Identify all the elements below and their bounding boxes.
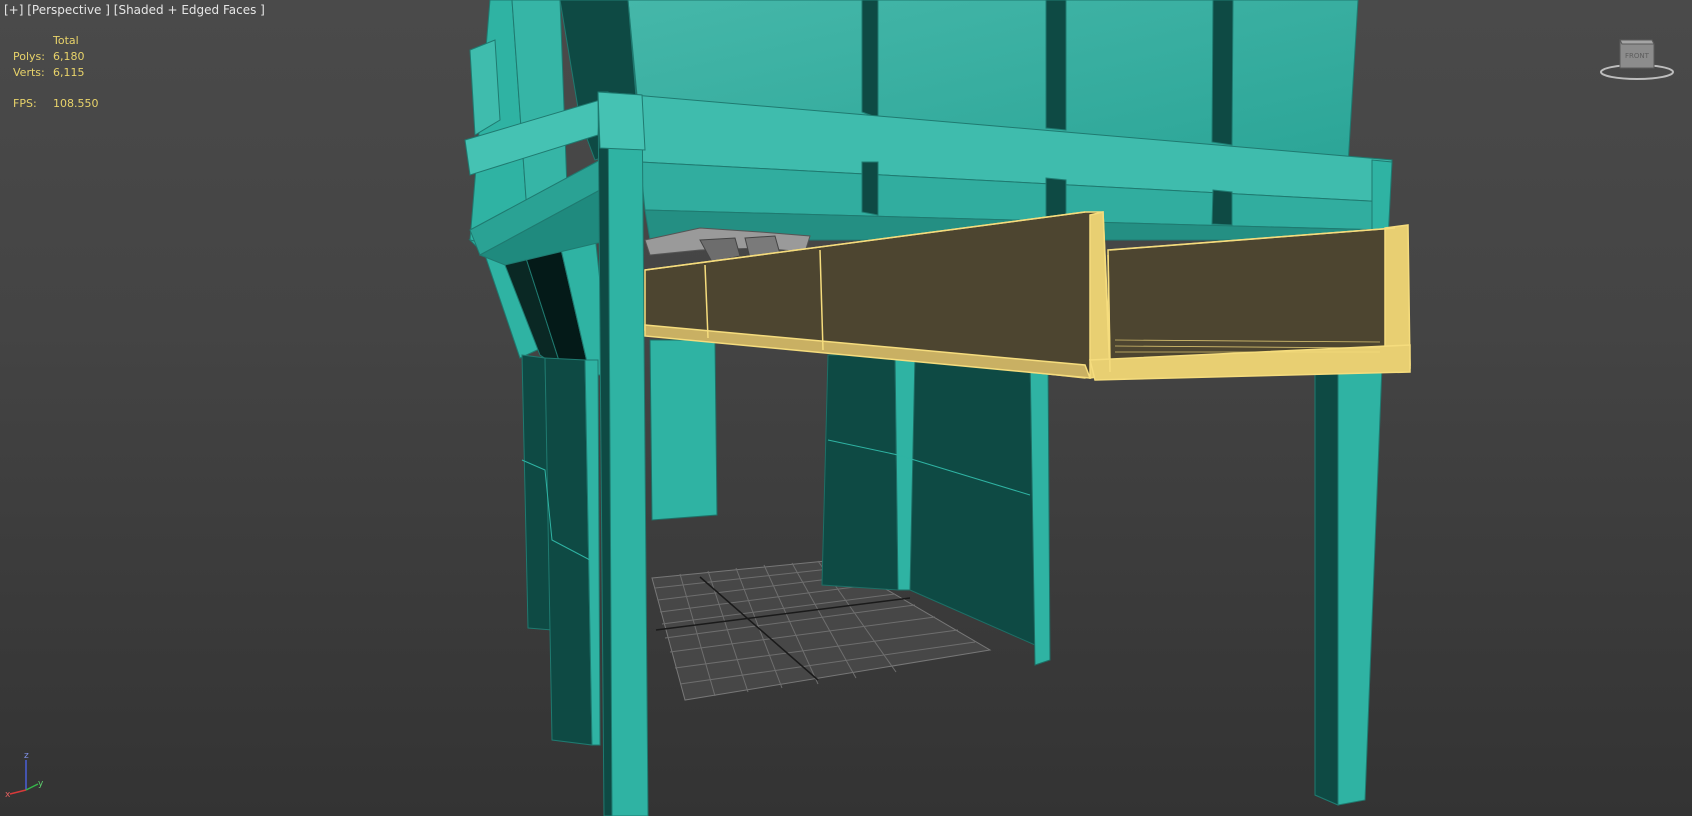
viewport-menu-button[interactable]: [+] xyxy=(4,3,23,17)
polys-value: 6,180 xyxy=(53,50,85,63)
view-name-button[interactable]: [Perspective ] xyxy=(27,3,110,17)
stats-header: Total xyxy=(53,34,79,47)
viewcube-face-label: FRONT xyxy=(1625,52,1650,60)
scene-3d-view[interactable] xyxy=(0,0,1692,816)
axis-tripod-icon: z x y xyxy=(5,751,44,800)
polys-label: Polys: xyxy=(13,50,45,63)
verts-label: Verts: xyxy=(13,66,45,79)
shading-mode-button[interactable]: [Shaded + Edged Faces ] xyxy=(114,3,265,17)
upper-building xyxy=(597,0,1393,241)
verts-value: 6,115 xyxy=(53,66,85,79)
perspective-viewport[interactable]: [+] [Perspective ] [Shaded + Edged Faces… xyxy=(0,0,1692,816)
front-column-left xyxy=(597,91,649,816)
viewport-label: [+] [Perspective ] [Shaded + Edged Faces… xyxy=(4,3,265,17)
statistics-overlay: Total Polys: 6,180 Verts: 6,115 FPS: 108.55… xyxy=(13,33,99,112)
fps-label: FPS: xyxy=(13,97,37,110)
axis-y-label: y xyxy=(38,779,44,789)
axis-x-label: x xyxy=(5,790,11,800)
viewcube-icon[interactable]: FRONT xyxy=(1598,34,1676,84)
axis-z-label: z xyxy=(24,751,29,761)
fps-value: 108.550 xyxy=(53,97,99,110)
